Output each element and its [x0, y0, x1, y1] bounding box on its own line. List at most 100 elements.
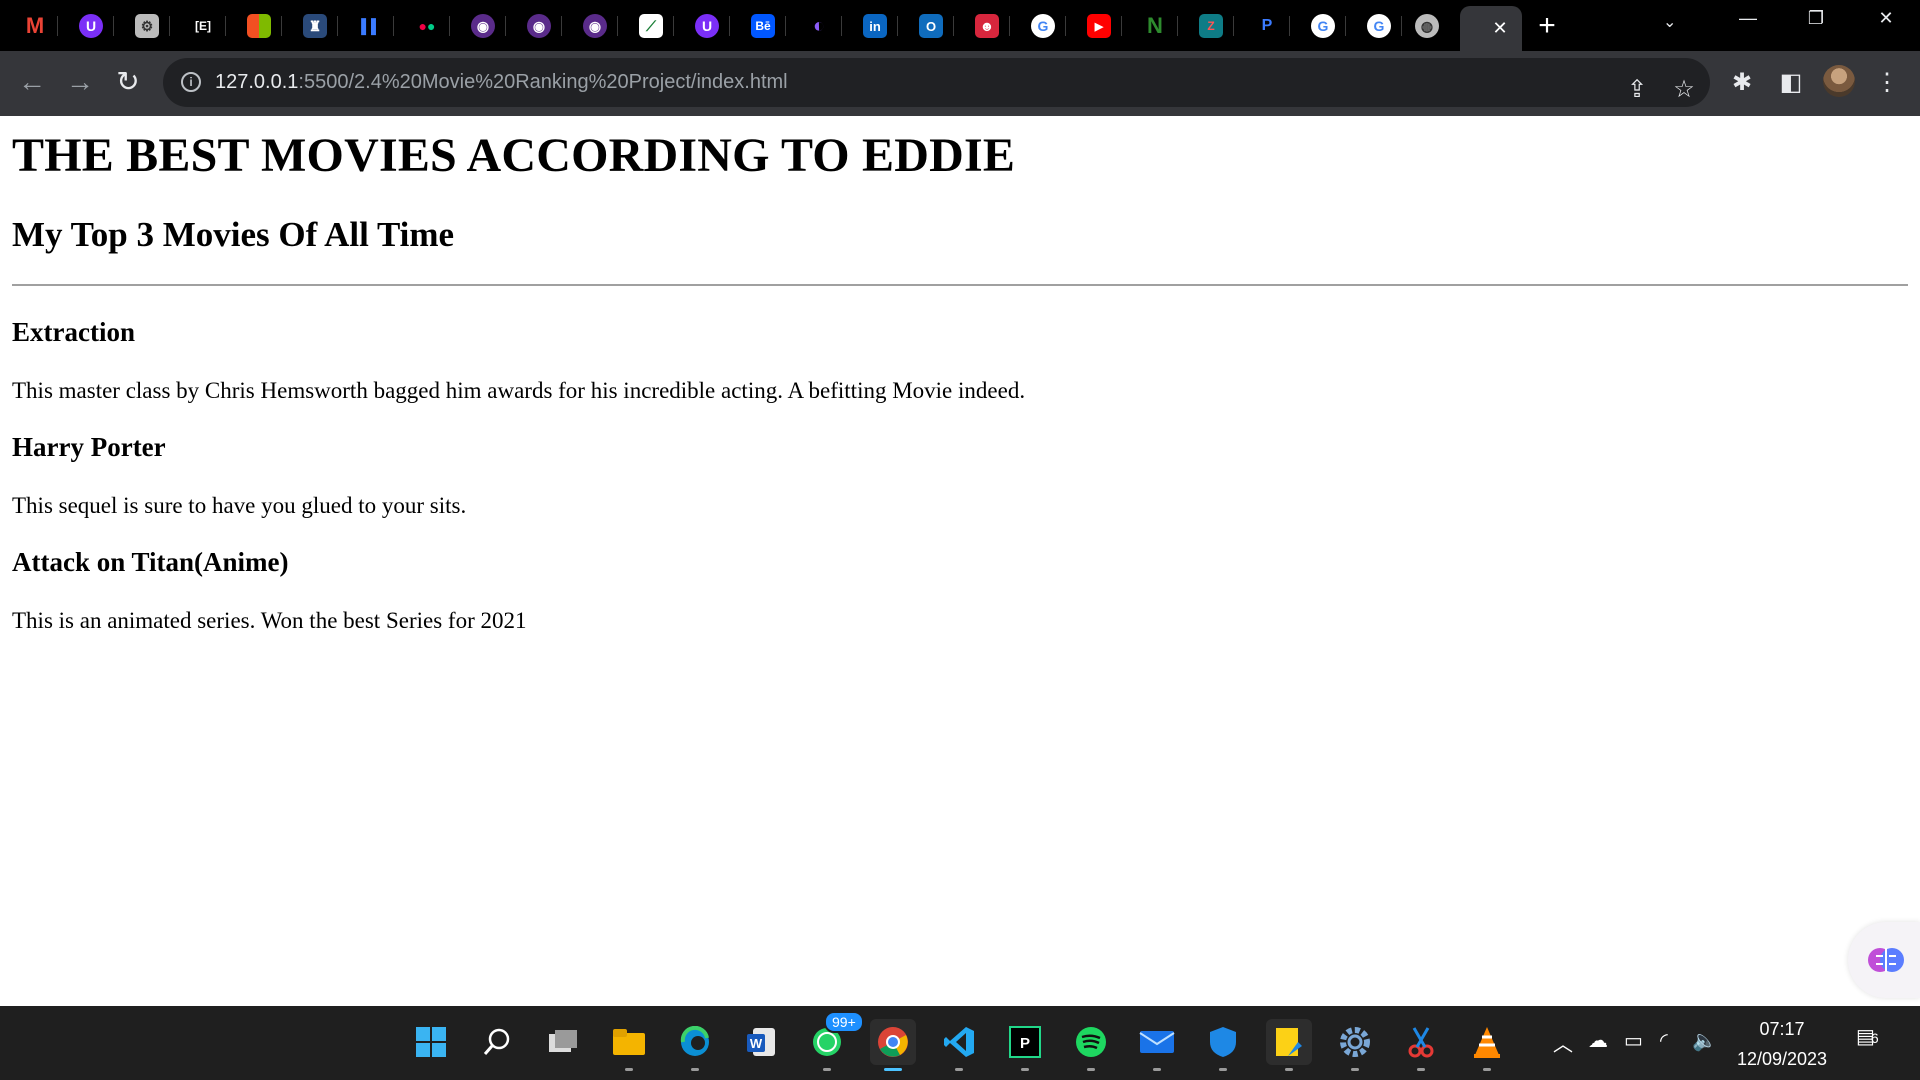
share-icon[interactable]: ⇪: [1617, 70, 1657, 110]
payoneer-icon: P: [1261, 17, 1273, 34]
whatsapp-icon[interactable]: 99+: [804, 1011, 864, 1071]
extensions-icon[interactable]: ✱: [1722, 63, 1762, 103]
chart-icon: ⟋: [639, 14, 663, 38]
side-panel-icon[interactable]: ◧: [1771, 63, 1811, 103]
tab-tor-1[interactable]: ◉: [460, 6, 506, 46]
gmail-icon: M: [25, 13, 45, 38]
tab-zoho[interactable]: Z: [1188, 6, 1234, 46]
volume-icon[interactable]: 🔈: [1692, 1028, 1717, 1053]
openai-icon: ⚙: [135, 14, 159, 38]
fox-icon: ☻: [975, 14, 999, 38]
n-icon: N: [1147, 13, 1163, 38]
notifications-count: 6: [1870, 1030, 1879, 1046]
windows-taskbar: W 99+ P ︿ ☁ ▭ ◜ 🔈 07:17 12/09/2023 ▤6: [0, 1006, 1920, 1080]
tab-behance[interactable]: Bē: [740, 6, 786, 46]
pycharm-icon[interactable]: P: [1002, 1019, 1048, 1071]
browser-toolbar: ← → ↻ i 127.0.0.1:5500/2.4%20Movie%20Ran…: [0, 51, 1920, 116]
tor-icon: ◉: [527, 14, 551, 38]
close-tab-icon[interactable]: ✕: [1492, 18, 1507, 39]
google-icon: G: [1367, 14, 1391, 38]
wifi-icon[interactable]: ◜: [1660, 1028, 1668, 1053]
upwork-icon: U: [79, 14, 103, 38]
microsoft-icon: [247, 14, 271, 38]
tab-crest[interactable]: ♜: [292, 6, 338, 46]
search-icon[interactable]: [474, 1019, 520, 1065]
system-clock[interactable]: 07:17 12/09/2023: [1727, 1014, 1837, 1074]
tab-youtube[interactable]: ▶: [1076, 6, 1122, 46]
tab-upwork[interactable]: U: [68, 6, 114, 46]
crest-icon: ♜: [303, 14, 327, 38]
battery-icon[interactable]: ▭: [1624, 1028, 1643, 1053]
outlook-icon: O: [919, 14, 943, 38]
bookmark-star-icon[interactable]: ☆: [1664, 70, 1704, 110]
windows-start-icon[interactable]: [408, 1019, 454, 1065]
notifications-icon[interactable]: ▤6: [1856, 1024, 1879, 1049]
dots-icon: ● ●: [418, 18, 436, 34]
back-icon[interactable]: ←: [14, 65, 50, 101]
minimize-icon[interactable]: —: [1728, 8, 1768, 29]
page-title: THE BEST MOVIES ACCORDING TO EDDIE: [12, 129, 1016, 182]
audio-icon: ▌▌: [361, 18, 381, 34]
tab-google-2[interactable]: G: [1300, 6, 1346, 46]
tab-payoneer[interactable]: P: [1244, 6, 1290, 46]
tab-tor-3[interactable]: ◉: [572, 6, 618, 46]
tab-tor-2[interactable]: ◉: [516, 6, 562, 46]
tab-outlook[interactable]: O: [908, 6, 954, 46]
settings-icon[interactable]: [1332, 1019, 1378, 1071]
chrome-icon[interactable]: [870, 1019, 916, 1071]
tab-strip: M U ⚙ [E] ♜ ▌▌ ● ● ◉ ◉ ◉ ⟋ U Bē ◐ in O ☻ …: [0, 0, 1920, 51]
defender-icon[interactable]: [1200, 1019, 1246, 1071]
tab-chat[interactable]: ◐: [796, 6, 842, 46]
tab-fox[interactable]: ☻: [964, 6, 1010, 46]
tab-microsoft[interactable]: [236, 6, 282, 46]
behance-icon: Bē: [751, 14, 775, 38]
movie-title: Extraction: [12, 317, 135, 347]
tab-n[interactable]: N: [1132, 6, 1178, 46]
tab-active[interactable]: ✕: [1460, 6, 1522, 51]
tab-audio[interactable]: ▌▌: [348, 6, 394, 46]
vlc-icon[interactable]: [1464, 1019, 1510, 1071]
site-info-icon[interactable]: i: [181, 72, 201, 92]
edge-icon[interactable]: [672, 1019, 718, 1071]
url-text[interactable]: 127.0.0.1:5500/2.4%20Movie%20Ranking%20P…: [215, 71, 788, 94]
close-window-icon[interactable]: ✕: [1866, 8, 1906, 29]
vscode-icon[interactable]: [936, 1019, 982, 1071]
mail-icon[interactable]: [1134, 1019, 1180, 1071]
sticky-notes-icon[interactable]: [1266, 1019, 1312, 1071]
tab-linkedin[interactable]: in: [852, 6, 898, 46]
clock-date: 12/09/2023: [1736, 1049, 1828, 1069]
movie-title: Harry Porter: [12, 432, 166, 462]
assistant-brain-icon[interactable]: [1848, 922, 1920, 998]
restore-icon[interactable]: ❐: [1796, 8, 1836, 29]
tab-chart[interactable]: ⟋: [628, 6, 674, 46]
reload-icon[interactable]: ↻: [110, 65, 146, 101]
tab-openai[interactable]: ⚙: [124, 6, 170, 46]
address-bar[interactable]: i 127.0.0.1:5500/2.4%20Movie%20Ranking%2…: [163, 58, 1710, 107]
profile-avatar[interactable]: [1823, 65, 1855, 97]
svg-text:W: W: [750, 1036, 763, 1051]
snipping-tool-icon[interactable]: [1398, 1019, 1444, 1071]
show-hidden-icons-chevron-icon[interactable]: ︿: [1553, 1028, 1573, 1057]
tab-google-3[interactable]: G: [1356, 6, 1402, 46]
new-tab-button[interactable]: +: [1532, 11, 1562, 42]
tab-upwork-2[interactable]: U: [684, 6, 730, 46]
onedrive-icon[interactable]: ☁: [1588, 1028, 1608, 1053]
movie-description: This sequel is sure to have you glued to…: [12, 493, 467, 518]
file-explorer-icon[interactable]: [606, 1019, 652, 1071]
word-icon[interactable]: W: [738, 1019, 784, 1065]
tab-dots[interactable]: ● ●: [404, 6, 450, 46]
tab-google[interactable]: G: [1020, 6, 1066, 46]
page-subtitle: My Top 3 Movies Of All Time: [12, 215, 455, 254]
forward-icon[interactable]: →: [62, 65, 98, 101]
spotify-icon[interactable]: [1068, 1019, 1114, 1071]
task-view-icon[interactable]: [540, 1019, 586, 1065]
movie-description: This is an animated series. Won the best…: [12, 608, 527, 633]
tab-e[interactable]: [E]: [180, 6, 226, 46]
menu-kebab-icon[interactable]: ⋮: [1867, 63, 1907, 103]
tab-globe[interactable]: ◍: [1404, 6, 1450, 46]
linkedin-icon: in: [863, 14, 887, 38]
tab-gmail[interactable]: M: [12, 6, 58, 46]
youtube-icon: ▶: [1087, 14, 1111, 38]
bracket-e-icon: [E]: [195, 19, 211, 33]
tab-search-chevron-icon[interactable]: ⌄: [1663, 12, 1676, 32]
